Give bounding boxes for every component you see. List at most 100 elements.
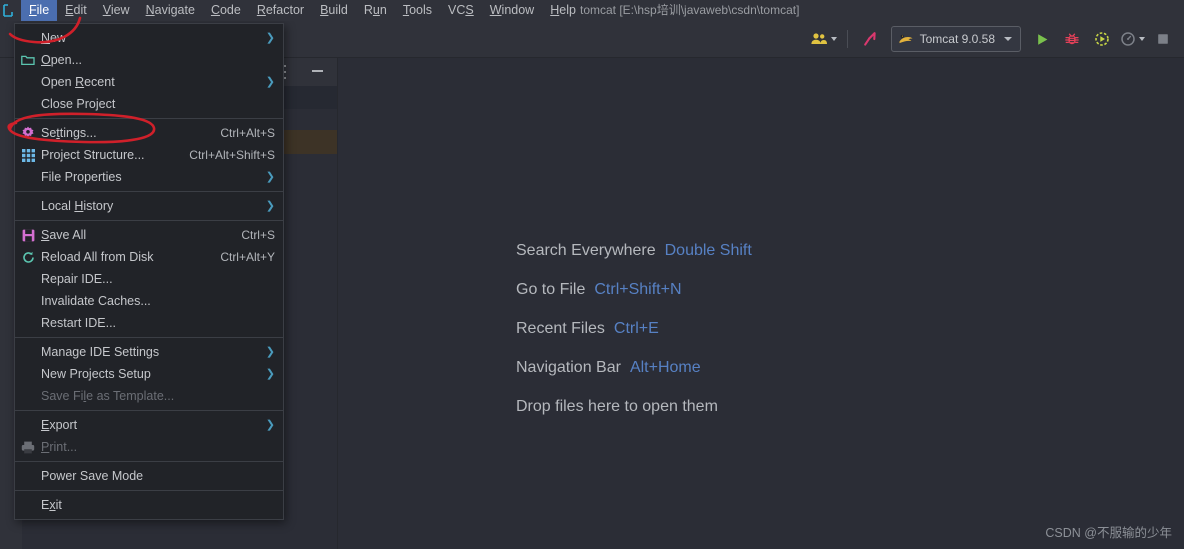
menu-run[interactable]: Run (356, 0, 395, 21)
welcome-shortcut-key: Ctrl+Shift+N (594, 281, 682, 298)
menu-code[interactable]: Code (203, 0, 249, 21)
welcome-row: Search Everywhere Double Shift (516, 242, 752, 260)
file-menu-item-print: Print... (15, 436, 283, 458)
file-menu-item-open-recent[interactable]: Open Recent ❯ (15, 71, 283, 93)
welcome-shortcuts: Search Everywhere Double Shift Go to File C… (516, 242, 752, 416)
stop-icon (1158, 34, 1168, 44)
file-menu-item-restart-ide[interactable]: Restart IDE... (15, 312, 283, 334)
save-icon (15, 229, 41, 242)
file-menu-item-power-save-mode[interactable]: Power Save Mode (15, 465, 283, 487)
welcome-action-label: Navigation Bar (516, 359, 621, 376)
welcome-action-label: Recent Files (516, 320, 605, 337)
welcome-shortcut-key: Ctrl+E (613, 320, 659, 337)
hide-panel-icon[interactable] (312, 70, 323, 72)
file-menu-item-repair-ide[interactable]: Repair IDE... (15, 268, 283, 290)
toolbar-right-group: Tomcat 9.0.58 (807, 21, 1178, 57)
coverage-icon (1095, 32, 1109, 46)
file-menu-item-invalidate-caches[interactable]: Invalidate Caches... (15, 290, 283, 312)
file-menu-item-label: Repair IDE... (41, 272, 113, 286)
welcome-row: Drop files here to open them (516, 398, 752, 416)
csdn-watermark: CSDN @不服输的少年 (1045, 526, 1172, 540)
file-menu-item-label: File Properties (41, 170, 122, 184)
debug-button[interactable] (1057, 26, 1087, 52)
menu-bar-items: File Edit View Navigate Code Refactor Build Run… (21, 0, 584, 21)
file-menu-item-label: Invalidate Caches... (41, 294, 151, 308)
folder-icon (15, 54, 41, 66)
file-menu-item-label: Manage IDE Settings (41, 345, 160, 359)
file-menu-popup: New ❯ Open... Open Recent ❯ Close Project Sett… (14, 23, 284, 520)
toolbar-divider (846, 30, 848, 48)
menu-separator (15, 490, 283, 491)
run-with-coverage-button[interactable] (1087, 26, 1117, 52)
file-menu-item-label: Exit (41, 498, 62, 512)
welcome-action-label: Go to File (516, 281, 586, 298)
menu-separator (15, 191, 283, 192)
manage-accounts-button[interactable] (807, 26, 840, 52)
menu-separator (15, 220, 283, 221)
run-configuration-selector[interactable]: Tomcat 9.0.58 (890, 26, 1021, 52)
chevron-right-icon: ❯ (265, 367, 275, 380)
file-menu-item-label: Settings... (41, 126, 97, 140)
file-menu-item-local-history[interactable]: Local History ❯ (15, 195, 283, 217)
stop-button[interactable] (1148, 26, 1178, 52)
file-menu-item-reload-all-from-disk[interactable]: Reload All from Disk Ctrl+Alt+Y (15, 246, 283, 268)
file-menu-item-project-structure[interactable]: Project Structure... Ctrl+Alt+Shift+S (15, 144, 283, 166)
file-menu-item-label: New (41, 31, 67, 45)
file-menu-item-shortcut: Ctrl+Alt+S (220, 126, 275, 140)
profiler-button[interactable] (1117, 26, 1148, 52)
menu-help[interactable]: Help (542, 0, 584, 21)
file-menu-item-label: Open... (41, 53, 83, 67)
menu-tools[interactable]: Tools (395, 0, 440, 21)
file-menu-item-shortcut: Ctrl+Alt+Shift+S (189, 148, 275, 162)
file-menu-item-label: Open Recent (41, 75, 115, 89)
file-menu-item-label: New Projects Setup (41, 367, 151, 381)
file-menu-item-new-projects-setup[interactable]: New Projects Setup ❯ (15, 363, 283, 385)
hammer-icon (863, 32, 876, 46)
file-menu-item-label: Save All (41, 228, 87, 242)
build-button[interactable] (855, 26, 885, 52)
menu-separator (15, 337, 283, 338)
profiler-icon (1121, 32, 1135, 46)
welcome-action-label: Search Everywhere (516, 242, 656, 259)
welcome-row: Recent Files Ctrl+E (516, 320, 752, 338)
file-menu-item-manage-ide-settings[interactable]: Manage IDE Settings ❯ (15, 341, 283, 363)
app-logo-icon (1, 0, 17, 21)
file-menu-item-save-all[interactable]: Save All Ctrl+S (15, 224, 283, 246)
file-menu-item-settings[interactable]: Settings... Ctrl+Alt+S (15, 122, 283, 144)
file-menu-item-close-project[interactable]: Close Project (15, 93, 283, 115)
file-menu-item-file-properties[interactable]: File Properties ❯ (15, 166, 283, 188)
tomcat-icon (899, 34, 913, 43)
chevron-right-icon: ❯ (265, 418, 275, 431)
file-menu-item-shortcut: Ctrl+S (241, 228, 275, 242)
menu-separator (15, 410, 283, 411)
file-menu-item-label: Power Save Mode (41, 469, 144, 483)
chevron-right-icon: ❯ (265, 75, 275, 88)
panel-splitter[interactable] (337, 57, 338, 549)
chevron-right-icon: ❯ (265, 345, 275, 358)
file-menu-item-label: Save File as Template... (41, 389, 175, 403)
chevron-down-icon (830, 37, 837, 41)
play-icon (1037, 33, 1047, 45)
menu-refactor[interactable]: Refactor (249, 0, 312, 21)
menu-view[interactable]: View (95, 0, 138, 21)
menu-build[interactable]: Build (312, 0, 356, 21)
menu-file[interactable]: File (21, 0, 58, 21)
run-button[interactable] (1027, 26, 1057, 52)
menu-window[interactable]: Window (482, 0, 542, 21)
file-menu-item-export[interactable]: Export ❯ (15, 414, 283, 436)
menu-navigate[interactable]: Navigate (138, 0, 203, 21)
window-title: tomcat [E:\hsp培训\javaweb\csdn\tomcat] (580, 3, 800, 17)
file-menu-item-open[interactable]: Open... (15, 49, 283, 71)
file-menu-item-new[interactable]: New ❯ (15, 27, 283, 49)
menu-edit[interactable]: Edit (57, 0, 95, 21)
file-menu-item-exit[interactable]: Exit (15, 494, 283, 516)
menu-bar: File Edit View Navigate Code Refactor Build Run… (0, 0, 1184, 21)
chevron-down-icon (1004, 37, 1012, 41)
bug-icon (1065, 33, 1079, 45)
menu-vcs[interactable]: VCS (440, 0, 482, 21)
welcome-shortcut-key: Double Shift (664, 242, 752, 259)
file-menu-item-label: Restart IDE... (41, 316, 117, 330)
file-menu-item-label: Export (41, 418, 78, 432)
file-menu-item-label: Print... (41, 440, 78, 454)
file-menu-item-label: Reload All from Disk (41, 250, 154, 264)
